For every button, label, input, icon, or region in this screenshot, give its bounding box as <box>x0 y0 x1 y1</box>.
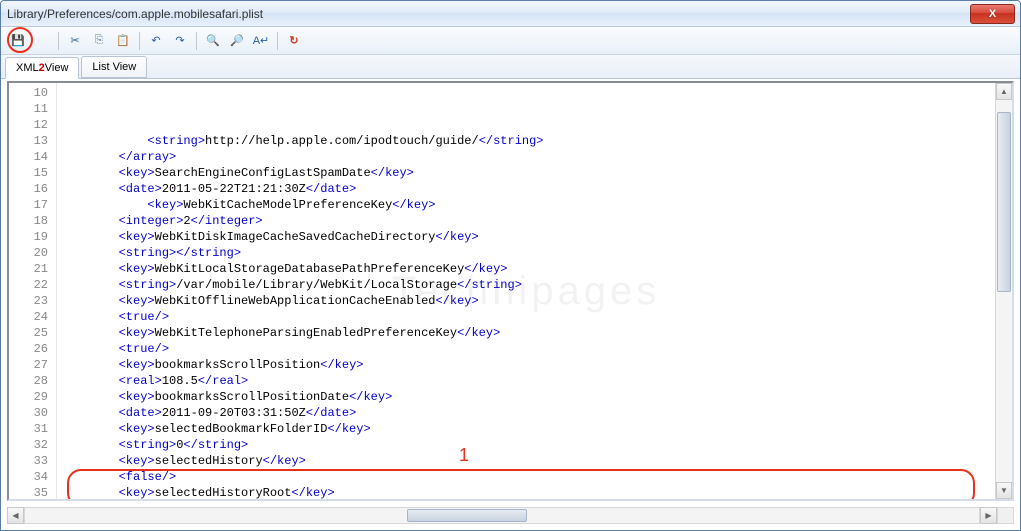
scroll-thumb[interactable] <box>997 112 1011 292</box>
cut-button[interactable]: ✂ <box>64 30 86 52</box>
tab-xml-view[interactable]: XML2View <box>5 57 79 79</box>
code-line[interactable]: <key>WebKitDiskImageCacheSavedCacheDirec… <box>57 229 995 245</box>
separator <box>139 32 140 50</box>
line-number: 27 <box>9 357 48 373</box>
undo-button[interactable]: ↶ <box>145 30 167 52</box>
code-line[interactable]: <date>2011-05-22T21:21:30Z</date> <box>57 181 995 197</box>
code-line[interactable]: <real>108.5</real> <box>57 373 995 389</box>
line-number: 29 <box>9 389 48 405</box>
code-line[interactable]: <key>bookmarksScrollPositionDate</key> <box>57 389 995 405</box>
cut-icon: ✂ <box>70 34 79 47</box>
line-number: 16 <box>9 181 48 197</box>
code-line[interactable]: <string>http://help.apple.com/ipodtouch/… <box>57 133 995 149</box>
find-next-button[interactable]: 🔎 <box>226 30 248 52</box>
save-icon: 💾 <box>11 34 25 47</box>
code-line[interactable]: <integer>2</integer> <box>57 213 995 229</box>
horizontal-scrollbar[interactable]: ◀ ▶ <box>7 507 1014 524</box>
code-line[interactable]: <key>selectedHistory</key> <box>57 453 995 469</box>
line-number: 32 <box>9 437 48 453</box>
line-number: 23 <box>9 293 48 309</box>
find-icon: 🔍 <box>206 34 220 47</box>
code-line[interactable]: <key>SearchEngineConfigLastSpamDate</key… <box>57 165 995 181</box>
reload-button[interactable]: ↻ <box>283 30 305 52</box>
line-number: 18 <box>9 213 48 229</box>
toolbar: 💾 ✂ ⎘ 📋 ↶ ↷ 🔍 🔎 A↵ ↻ <box>1 27 1020 55</box>
paste-icon: 📋 <box>116 34 130 47</box>
separator <box>196 32 197 50</box>
line-number: 12 <box>9 117 48 133</box>
copy-button[interactable]: ⎘ <box>88 30 110 52</box>
scroll-down-button[interactable]: ▼ <box>996 482 1012 499</box>
find-next-icon: 🔎 <box>230 34 244 47</box>
code-line[interactable]: <string></string> <box>57 245 995 261</box>
line-number: 25 <box>9 325 48 341</box>
word-wrap-button[interactable]: A↵ <box>250 30 272 52</box>
line-number: 26 <box>9 341 48 357</box>
titlebar: Library/Preferences/com.apple.mobilesafa… <box>1 1 1020 27</box>
close-button[interactable]: X <box>970 4 1015 24</box>
separator <box>58 32 59 50</box>
line-number: 28 <box>9 373 48 389</box>
code-line[interactable]: <string>/var/mobile/Library/WebKit/Local… <box>57 277 995 293</box>
line-number: 17 <box>9 197 48 213</box>
code-line[interactable]: <key>WebKitOfflineWebApplicationCacheEna… <box>57 293 995 309</box>
line-number: 22 <box>9 277 48 293</box>
line-number: 20 <box>9 245 48 261</box>
line-number: 30 <box>9 405 48 421</box>
scroll-left-button[interactable]: ◀ <box>7 507 24 524</box>
code-line[interactable]: <key>bookmarksScrollPosition</key> <box>57 357 995 373</box>
undo-icon: ↶ <box>151 34 160 47</box>
app-window: Library/Preferences/com.apple.mobilesafa… <box>0 0 1021 531</box>
code-line[interactable]: </array> <box>57 149 995 165</box>
code-line[interactable]: <key>WebKitLocalStorageDatabasePathPrefe… <box>57 261 995 277</box>
find-button[interactable]: 🔍 <box>202 30 224 52</box>
code-line[interactable]: <true/> <box>57 309 995 325</box>
code-line[interactable]: <key>WebKitCacheModelPreferenceKey</key> <box>57 197 995 213</box>
code-line[interactable]: <key>selectedHistoryRoot</key> <box>57 485 995 499</box>
line-number: 14 <box>9 149 48 165</box>
tab-bar: XML2View List View <box>1 55 1020 79</box>
line-number: 24 <box>9 309 48 325</box>
line-number: 10 <box>9 85 48 101</box>
code-line[interactable]: <key>WebKitTelephoneParsingEnabledPrefer… <box>57 325 995 341</box>
save-button[interactable]: 💾 <box>7 30 29 52</box>
line-number: 15 <box>9 165 48 181</box>
editor: 1011121314151617181920212223242526272829… <box>7 81 1014 501</box>
line-number: 33 <box>9 453 48 469</box>
line-number: 35 <box>9 485 48 501</box>
code-line[interactable]: <false/> <box>57 469 995 485</box>
separator <box>277 32 278 50</box>
scroll-right-button[interactable]: ▶ <box>980 507 997 524</box>
scroll-track-h[interactable] <box>24 507 980 524</box>
vertical-scrollbar[interactable]: ▲ ▼ <box>995 83 1012 499</box>
tab-list-view[interactable]: List View <box>81 56 147 78</box>
line-number: 19 <box>9 229 48 245</box>
close-icon: X <box>989 8 996 20</box>
paste-button[interactable]: 📋 <box>112 30 134 52</box>
line-number: 13 <box>9 133 48 149</box>
scroll-track[interactable] <box>996 100 1012 482</box>
code-area[interactable]: Technipages <string>http://help.apple.co… <box>57 83 995 499</box>
new-doc-button[interactable] <box>31 30 53 52</box>
code-line[interactable]: <key>selectedBookmarkFolderID</key> <box>57 421 995 437</box>
line-gutter: 1011121314151617181920212223242526272829… <box>9 83 57 499</box>
scroll-corner <box>997 507 1014 524</box>
line-number: 11 <box>9 101 48 117</box>
scroll-up-button[interactable]: ▲ <box>996 83 1012 100</box>
scroll-thumb-h[interactable] <box>407 509 527 522</box>
line-number: 34 <box>9 469 48 485</box>
redo-icon: ↷ <box>175 34 184 47</box>
line-number: 31 <box>9 421 48 437</box>
window-title: Library/Preferences/com.apple.mobilesafa… <box>7 7 263 21</box>
copy-icon: ⎘ <box>95 34 104 47</box>
code-line[interactable]: <string>0</string> <box>57 437 995 453</box>
line-number: 21 <box>9 261 48 277</box>
reload-icon: ↻ <box>289 34 298 47</box>
code-line[interactable]: <date>2011-09-20T03:31:50Z</date> <box>57 405 995 421</box>
redo-button[interactable]: ↷ <box>169 30 191 52</box>
wrap-icon: A↵ <box>253 34 270 47</box>
code-line[interactable]: <true/> <box>57 341 995 357</box>
